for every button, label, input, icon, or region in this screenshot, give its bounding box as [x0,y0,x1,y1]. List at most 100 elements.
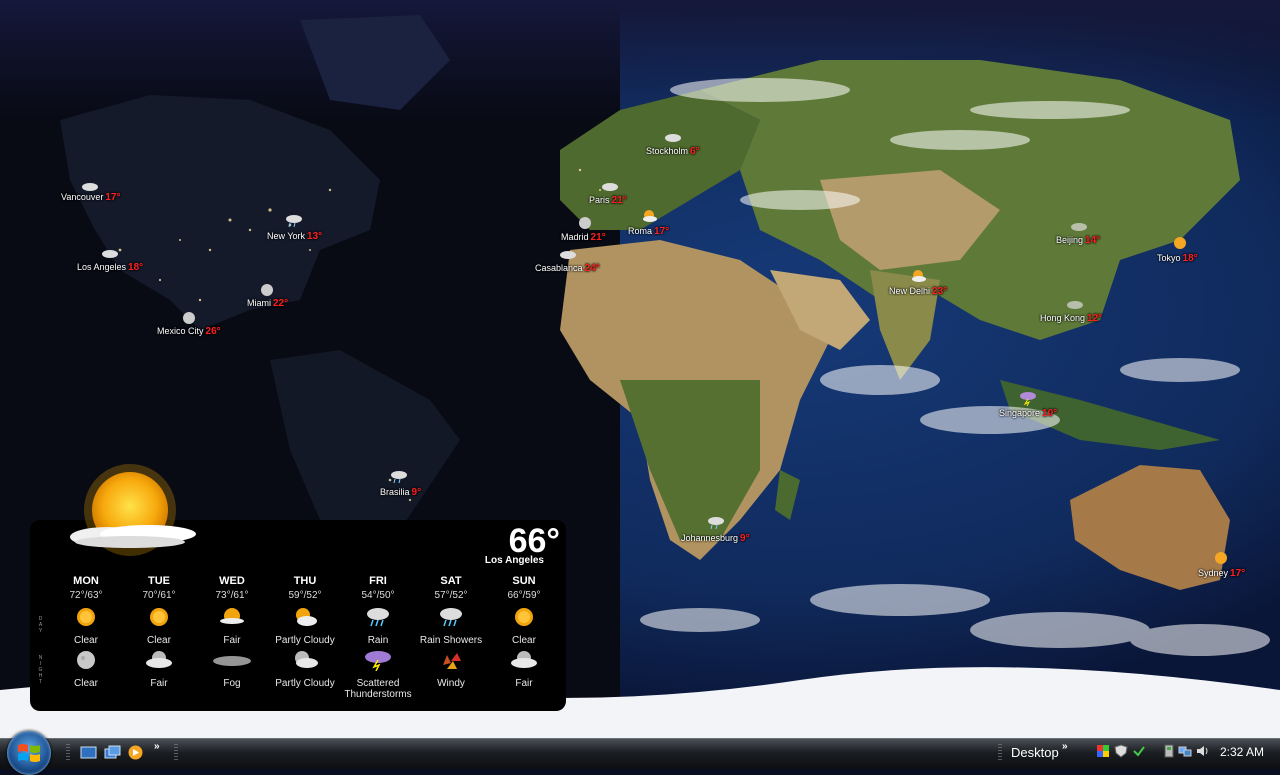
rain-icon [285,213,303,228]
cloudy-night-icon [295,651,318,668]
sun-icon [150,608,168,626]
temp-range: 70°/61° [142,590,176,601]
night-condition: Fair [515,678,533,689]
city-madrid[interactable]: Madrid 21° [561,217,606,243]
windy-icon [443,653,461,669]
temp-range: 54°/50° [361,590,395,601]
day-condition: Fair [223,635,241,646]
desktop-toolbar-label[interactable]: Desktop [1011,745,1059,760]
sun-icon [1212,550,1230,564]
day-condition: Clear [512,635,536,646]
day-name: TUE [148,575,170,587]
cloudy-night-icon [101,246,119,260]
moon-icon [577,215,595,229]
rain-icon [707,515,725,530]
quick-launch-overflow-icon[interactable]: » [154,741,160,752]
rain-icon [440,608,462,627]
sun-icon [1171,235,1189,249]
city-paris[interactable]: Paris 21° [589,183,627,206]
shield-icon[interactable] [1114,744,1128,758]
switch-windows-icon[interactable] [104,745,121,760]
cloud-icon [664,130,682,144]
system-clock[interactable]: 2:32 AM [1220,745,1264,759]
sun-icon [77,608,95,626]
moon-icon [181,310,199,324]
cloud-icon [559,247,577,261]
fog-icon [213,656,251,666]
windows-logo-icon [18,744,40,762]
night-condition: Partly Cloudy [275,678,335,689]
day-name: SAT [440,575,462,587]
night-condition: Scattered Thunderstorms [344,678,412,700]
partly-cloudy-icon [909,268,927,282]
current-city: Los Angeles [484,555,544,566]
temp-range: 73°/61° [215,590,249,601]
rain-icon [390,469,408,484]
temp-range: 59°/52° [288,590,322,601]
toolbar-grip[interactable] [998,744,1002,762]
volume-icon[interactable] [1195,744,1209,758]
temp-range: 72°/63° [69,590,103,601]
day-condition: Clear [147,635,171,646]
city-johannesburg[interactable]: Johannesburg 9° [681,517,750,544]
night-condition: Windy [437,678,465,689]
day-name: MON [73,575,99,587]
temp-range: 66°/59° [507,590,541,601]
moon-icon [77,651,95,669]
color-flag-icon[interactable] [1096,744,1110,758]
city-stockholm[interactable]: Stockholm 6° [646,134,700,157]
media-player-icon[interactable] [127,745,144,760]
thunderstorm-icon [365,651,391,671]
day-row-label: DAY [38,616,44,634]
sun-icon [515,608,533,626]
night-row-label: NIGHT [38,655,44,685]
cloudy-night-icon [511,651,537,668]
city-miami[interactable]: Miami 22° [247,284,288,309]
fair-icon [220,608,244,624]
night-condition: Fair [150,678,168,689]
city-roma[interactable]: Roma 17° [628,210,669,237]
city-vancouver[interactable]: Vancouver 17° [61,183,120,203]
rain-icon [367,608,389,627]
current-weather-sun-icon [70,464,196,556]
taskbar [0,738,1280,769]
show-desktop-icon[interactable] [80,745,97,760]
desktop-toolbar-overflow-icon[interactable]: » [1062,741,1068,752]
cloudy-night-icon [81,178,99,192]
city-casablanca[interactable]: Casablanca 24° [535,251,600,274]
day-name: THU [293,575,317,587]
cloud-icon [1070,219,1088,233]
city-new-delhi[interactable]: New Delhi 23° [889,270,947,297]
security-check-icon[interactable] [1132,744,1146,758]
day-name: WED [219,575,245,587]
day-condition: Rain [367,635,389,646]
day-name: FRI [369,575,387,587]
city-sydney[interactable]: Sydney 17° [1198,552,1245,579]
city-mexico-city[interactable]: Mexico City 26° [157,312,221,337]
thunderstorm-icon [1019,390,1037,407]
cloud-icon [1066,297,1084,311]
night-condition: Clear [74,678,98,689]
moon-icon [259,282,277,296]
day-condition: Partly Cloudy [275,635,335,646]
city-brasilia[interactable]: Brasilia 9° [380,471,421,498]
city-new-york[interactable]: New York 13° [267,215,322,242]
start-button[interactable] [7,731,51,775]
day-condition: Rain Showers [419,635,483,646]
toolbar-grip[interactable] [66,744,70,762]
day-name: SUN [512,575,536,587]
cloudy-night-icon [146,651,172,668]
partly-cloudy-icon [296,608,317,626]
temp-range: 57°/52° [434,590,468,601]
city-hong-kong[interactable]: Hong Kong 12° [1040,301,1102,324]
city-los-angeles[interactable]: Los Angeles 18° [77,250,143,273]
usb-icon[interactable] [1162,744,1176,758]
partly-cloudy-icon [640,208,658,222]
network-icon[interactable] [1178,744,1192,758]
city-singapore[interactable]: Singapore 10° [999,392,1057,419]
day-condition: Clear [74,635,98,646]
toolbar-grip[interactable] [174,744,178,762]
city-beijing[interactable]: Beijing 14° [1056,223,1100,246]
night-condition: Fog [223,678,241,689]
city-tokyo[interactable]: Tokyo 18° [1157,237,1198,264]
